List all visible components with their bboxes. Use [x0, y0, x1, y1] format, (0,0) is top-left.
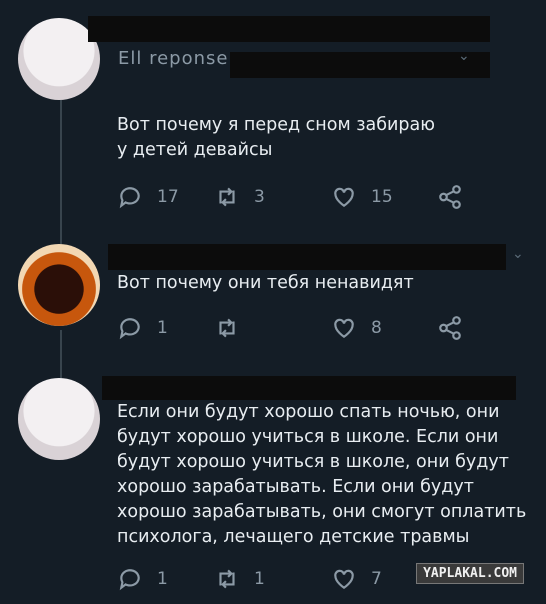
- share-icon: [439, 185, 461, 209]
- like-count: 7: [371, 569, 382, 589]
- retweet-icon: [219, 318, 235, 338]
- retweet-button[interactable]: [214, 315, 254, 341]
- reply-icon: [119, 569, 140, 591]
- avatar[interactable]: [18, 378, 100, 460]
- retweet-icon: [219, 187, 235, 207]
- heart-icon: [334, 569, 354, 589]
- share-button[interactable]: [437, 315, 463, 341]
- retweet-count: 3: [254, 187, 265, 207]
- reply-count: 1: [157, 318, 168, 338]
- tweet-actions: 1 8: [117, 315, 477, 343]
- like-button[interactable]: 15: [331, 184, 393, 210]
- like-count: 15: [371, 187, 393, 207]
- redacted-name: [102, 376, 516, 400]
- reply-button[interactable]: 1: [117, 566, 168, 592]
- reply-button[interactable]: 1: [117, 315, 168, 341]
- retweet-button[interactable]: 3: [214, 184, 265, 210]
- heart-icon: [334, 187, 354, 207]
- retweet-button[interactable]: 1: [214, 566, 265, 592]
- like-button[interactable]: 7: [331, 566, 382, 592]
- reply-icon: [119, 318, 140, 340]
- redacted-name: [88, 16, 490, 42]
- reply-button[interactable]: 17: [117, 184, 179, 210]
- watermark: YAPLAKAL.COM: [416, 563, 524, 584]
- handle: Ell reponse: [118, 48, 229, 69]
- like-count: 8: [371, 318, 382, 338]
- tweet[interactable]: ⌄ Вот почему они тебя ненавидят 1 8: [0, 230, 546, 370]
- tweet-actions: 17 3 15: [117, 184, 477, 212]
- retweet-icon: [219, 569, 235, 589]
- tweet[interactable]: Ell reponse ⌄ Вот почему я перед сном за…: [0, 0, 546, 230]
- redacted-handle: [230, 52, 490, 78]
- more-options-icon[interactable]: ⌄: [512, 246, 524, 262]
- redacted-name: [108, 244, 506, 270]
- reply-count: 17: [157, 187, 179, 207]
- avatar[interactable]: [18, 244, 100, 326]
- heart-icon: [334, 318, 354, 338]
- reply-count: 1: [157, 569, 168, 589]
- more-options-icon[interactable]: ⌄: [458, 48, 470, 64]
- like-button[interactable]: 8: [331, 315, 382, 341]
- tweet-text: Если они будут хорошо спать ночью, они б…: [117, 402, 527, 547]
- tweet-text: Вот почему я перед сном забираю у детей …: [117, 115, 435, 160]
- retweet-count: 1: [254, 569, 265, 589]
- share-icon: [439, 316, 461, 340]
- tweet-text: Вот почему они тебя ненавидят: [117, 273, 414, 293]
- share-button[interactable]: [437, 184, 463, 210]
- reply-icon: [119, 187, 140, 209]
